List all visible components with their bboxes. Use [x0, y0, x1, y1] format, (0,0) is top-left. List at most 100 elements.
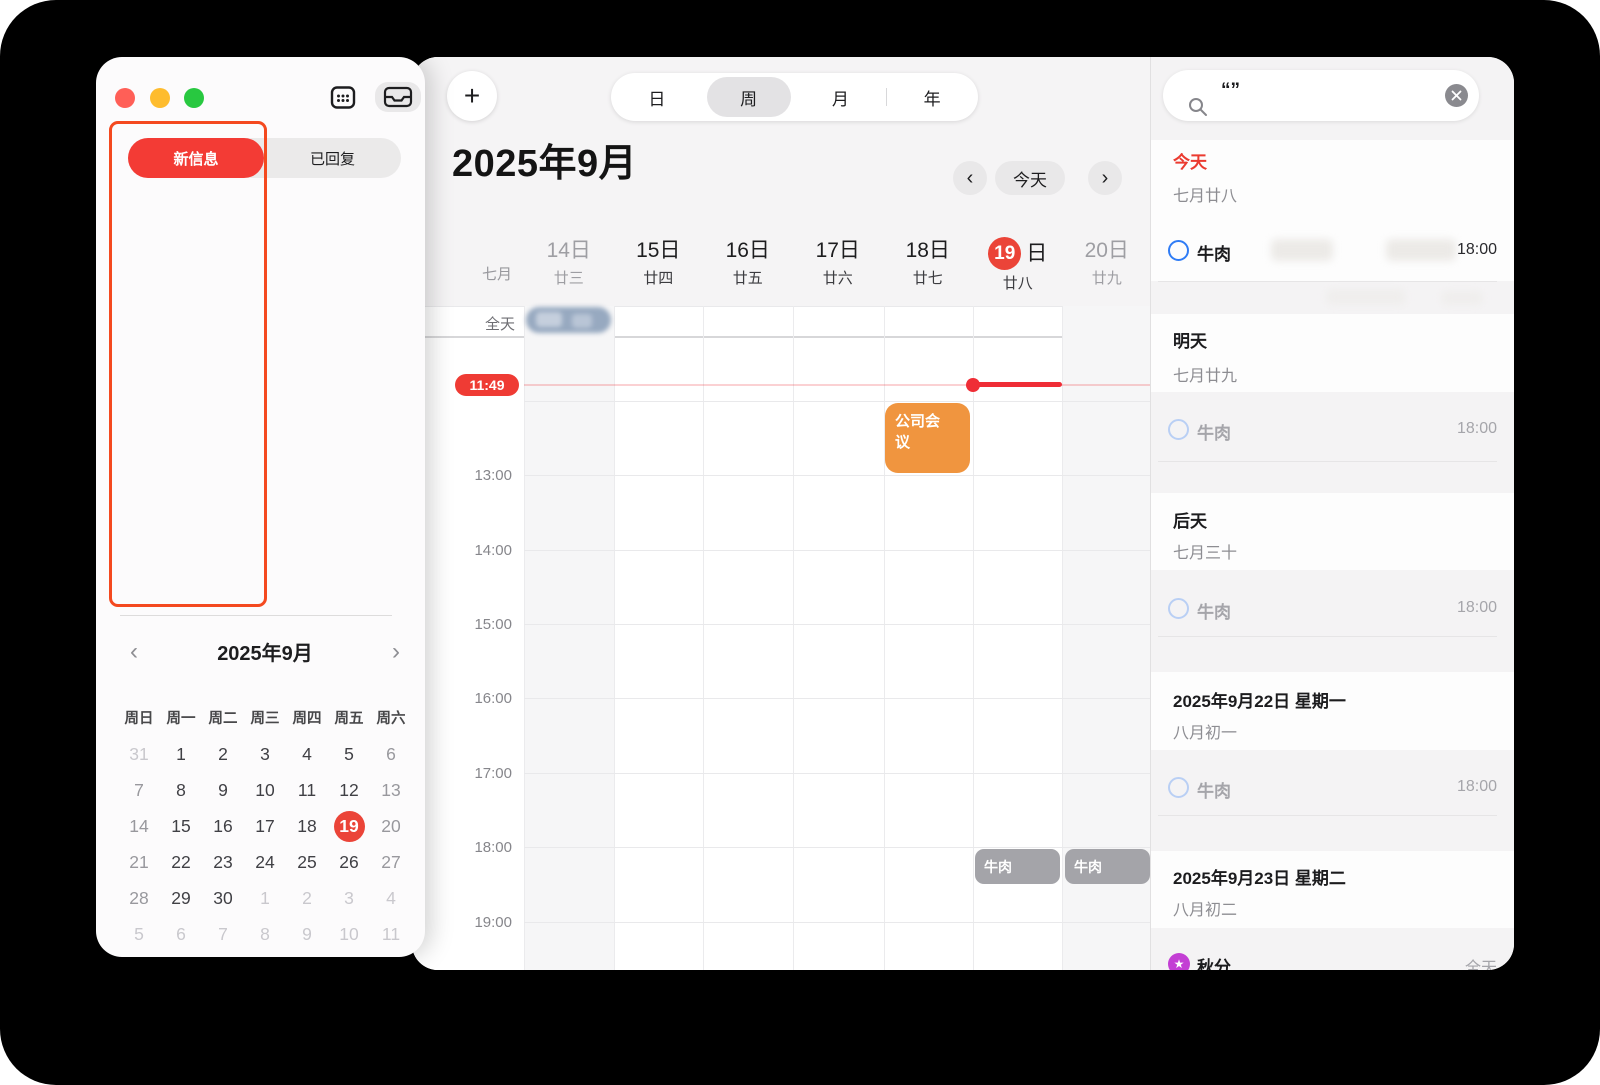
- mini-date[interactable]: 31: [118, 736, 160, 772]
- mini-date[interactable]: 7: [202, 916, 244, 952]
- calendar-window: + 日 周 月 年 2025年9月 ‹ 今天 › 七月 14日 廿三 15日 廿…: [412, 57, 1514, 970]
- calendar-icon[interactable]: [328, 83, 358, 111]
- mini-date[interactable]: 14: [118, 808, 160, 844]
- tab-replied[interactable]: 已回复: [264, 138, 401, 178]
- separator: [1158, 281, 1497, 282]
- grid-line: [703, 306, 704, 970]
- reminder-checkbox[interactable]: [1168, 777, 1189, 798]
- mini-date[interactable]: 22: [160, 844, 202, 880]
- reminder-checkbox[interactable]: [1168, 240, 1189, 261]
- mini-date[interactable]: 26: [328, 844, 370, 880]
- events-sidebar-panel: “” 今天 七月廿八 牛肉 18:00 明天 七月廿九 牛肉 18:00 后天 …: [1150, 57, 1514, 970]
- mini-date[interactable]: 6: [370, 736, 412, 772]
- inbox-icon[interactable]: [375, 82, 421, 112]
- mini-date[interactable]: 16: [202, 808, 244, 844]
- mini-date[interactable]: 3: [244, 736, 286, 772]
- mini-date[interactable]: 11: [286, 772, 328, 808]
- mini-next-month-button[interactable]: ›: [392, 638, 400, 666]
- mini-calendar-weekdays: 周日 周一 周二 周三 周四 周五 周六: [118, 699, 412, 735]
- day-header-19-today[interactable]: 19 日 廿八: [973, 237, 1063, 296]
- mini-date[interactable]: 27: [370, 844, 412, 880]
- mini-date-today[interactable]: 19: [328, 808, 370, 844]
- today-button[interactable]: 今天: [995, 161, 1065, 195]
- tab-day-view[interactable]: 日: [611, 85, 703, 110]
- week-view-area: + 日 周 月 年 2025年9月 ‹ 今天 › 七月 14日 廿三 15日 廿…: [412, 57, 1150, 970]
- tab-week-view[interactable]: 周: [703, 85, 795, 110]
- minimize-button[interactable]: [150, 88, 170, 108]
- day-header-17[interactable]: 17日 廿六: [793, 237, 883, 291]
- mini-date[interactable]: 30: [202, 880, 244, 916]
- mini-date[interactable]: 18: [286, 808, 328, 844]
- separator: [1158, 636, 1497, 637]
- add-event-button[interactable]: +: [447, 71, 497, 121]
- list-item-holiday[interactable]: ★ 秋分 全天: [1151, 947, 1514, 970]
- mini-date[interactable]: 13: [370, 772, 412, 808]
- reminder-checkbox[interactable]: [1168, 598, 1189, 619]
- group-title-sep23: 2025年9月23日 星期二: [1173, 869, 1346, 888]
- event-name: 秋分: [1197, 958, 1231, 970]
- mini-date[interactable]: 17: [244, 808, 286, 844]
- day-header-20[interactable]: 20日 廿九: [1062, 237, 1152, 291]
- mini-date[interactable]: 8: [244, 916, 286, 952]
- day-header-16[interactable]: 16日 廿五: [703, 237, 793, 291]
- mini-date[interactable]: 29: [160, 880, 202, 916]
- mini-date[interactable]: 9: [202, 772, 244, 808]
- time-label: 13:00: [474, 467, 512, 484]
- mini-date[interactable]: 5: [118, 916, 160, 952]
- clear-search-icon[interactable]: [1445, 84, 1468, 107]
- mini-date[interactable]: 21: [118, 844, 160, 880]
- mini-date[interactable]: 10: [328, 916, 370, 952]
- list-item-reminder[interactable]: 牛肉 18:00: [1151, 771, 1514, 805]
- mini-date[interactable]: 5: [328, 736, 370, 772]
- tab-year-view[interactable]: 年: [886, 85, 978, 110]
- group-title-sep22: 2025年9月22日 星期一: [1173, 692, 1346, 711]
- mini-date[interactable]: 11: [370, 916, 412, 952]
- group-title-day-after: 后天: [1173, 512, 1207, 531]
- event-beef-sat[interactable]: 牛肉: [1065, 849, 1150, 884]
- next-week-button[interactable]: ›: [1088, 161, 1122, 195]
- day-header-18[interactable]: 18日 廿七: [883, 237, 973, 291]
- mini-date[interactable]: 28: [118, 880, 160, 916]
- search-input[interactable]: “”: [1163, 70, 1479, 121]
- list-item-reminder[interactable]: 牛肉 18:00: [1151, 592, 1514, 626]
- event-time: 18:00: [1456, 599, 1497, 616]
- prev-week-button[interactable]: ‹: [953, 161, 987, 195]
- mini-date[interactable]: 10: [244, 772, 286, 808]
- blurred-detail: [1271, 239, 1333, 261]
- mini-date[interactable]: 20: [370, 808, 412, 844]
- list-item-reminder[interactable]: 牛肉 18:00: [1151, 413, 1514, 447]
- mini-date[interactable]: 2: [286, 880, 328, 916]
- mini-date[interactable]: 4: [286, 736, 328, 772]
- close-button[interactable]: [115, 88, 135, 108]
- mini-date[interactable]: 8: [160, 772, 202, 808]
- tab-month-view[interactable]: 月: [795, 85, 887, 110]
- event-beef-fri[interactable]: 牛肉: [975, 849, 1060, 884]
- reminder-checkbox[interactable]: [1168, 419, 1189, 440]
- mini-date[interactable]: 1: [244, 880, 286, 916]
- mini-date[interactable]: 24: [244, 844, 286, 880]
- list-item-reminder[interactable]: 牛肉 18:00: [1151, 234, 1514, 268]
- mini-date[interactable]: 4: [370, 880, 412, 916]
- day-header-15[interactable]: 15日 廿四: [614, 237, 704, 291]
- mini-date[interactable]: 2: [202, 736, 244, 772]
- mini-date[interactable]: 25: [286, 844, 328, 880]
- mini-date[interactable]: 7: [118, 772, 160, 808]
- grid-line: [973, 306, 974, 970]
- allday-event-blurred[interactable]: [526, 307, 611, 333]
- mini-date[interactable]: 9: [286, 916, 328, 952]
- mini-date[interactable]: 3: [328, 880, 370, 916]
- blur-shape: [536, 312, 562, 327]
- mini-date[interactable]: 23: [202, 844, 244, 880]
- mini-date[interactable]: 12: [328, 772, 370, 808]
- zoom-button[interactable]: [184, 88, 204, 108]
- search-icon: [1189, 98, 1207, 116]
- time-label: 19:00: [474, 914, 512, 931]
- hour-line: [524, 475, 1150, 476]
- hour-line: [524, 624, 1150, 625]
- event-company-meeting[interactable]: 公司会议: [885, 403, 970, 473]
- mini-date[interactable]: 6: [160, 916, 202, 952]
- day-header-14[interactable]: 14日 廿三: [524, 237, 614, 291]
- mini-date[interactable]: 15: [160, 808, 202, 844]
- time-label: 18:00: [474, 839, 512, 856]
- mini-date[interactable]: 1: [160, 736, 202, 772]
